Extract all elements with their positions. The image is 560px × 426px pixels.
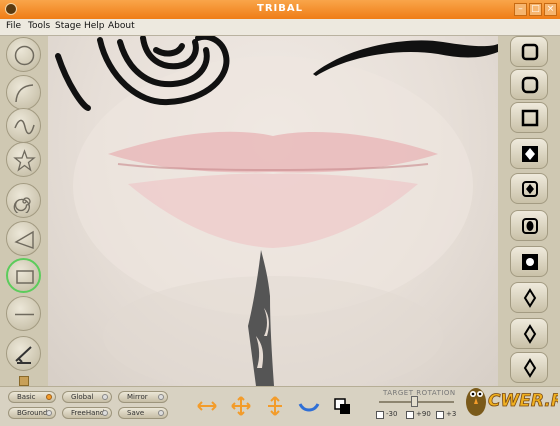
color-swatch[interactable] xyxy=(19,376,29,386)
indicator-icon xyxy=(102,394,108,400)
diamond-shape-icon[interactable] xyxy=(510,352,548,383)
save-label: Save xyxy=(127,409,145,417)
indicator-icon xyxy=(158,394,164,400)
move-horizontal-icon[interactable] xyxy=(196,396,218,416)
menu-help[interactable]: Help xyxy=(84,21,105,31)
rotation-plus3-checkbox[interactable] xyxy=(436,411,444,419)
rotation-slider-thumb[interactable] xyxy=(411,396,418,407)
freehand-button[interactable]: FreeHand xyxy=(62,407,112,419)
move-all-icon[interactable] xyxy=(230,396,252,416)
triangle-tool-icon[interactable] xyxy=(6,221,41,256)
bground-button[interactable]: BGround xyxy=(8,407,56,419)
mirror-label: Mirror xyxy=(127,393,148,401)
square-shape-icon[interactable] xyxy=(510,102,548,133)
basic-button[interactable]: Basic xyxy=(8,391,56,403)
watermark-logo: CWER.RU xyxy=(458,380,560,422)
basic-label: Basic xyxy=(17,393,36,401)
flip-icon[interactable] xyxy=(298,396,320,416)
menu-stage[interactable]: Stage xyxy=(55,21,81,31)
indicator-icon xyxy=(158,410,164,416)
diamond-shape-icon[interactable] xyxy=(510,318,548,349)
mirror-button[interactable]: Mirror xyxy=(118,391,168,403)
global-button[interactable]: Global xyxy=(62,391,112,403)
spiral-tool-icon[interactable] xyxy=(6,183,41,218)
diamond-shape-icon[interactable] xyxy=(510,282,548,313)
diamond-in-square-shape-icon[interactable] xyxy=(510,138,548,169)
line-tool-icon[interactable] xyxy=(6,296,41,331)
design-canvas[interactable] xyxy=(48,36,498,386)
close-button[interactable]: × xyxy=(544,3,557,16)
rotation-minus30-checkbox[interactable] xyxy=(376,411,384,419)
save-button[interactable]: Save xyxy=(118,407,168,419)
rectangle-tool-icon[interactable] xyxy=(6,258,41,293)
brush-tool-icon[interactable] xyxy=(6,336,41,371)
freehand-label: FreeHand xyxy=(71,409,105,417)
title-bar: TRIBAL – □ × xyxy=(0,0,560,19)
rotation-minus30-label: -30 xyxy=(386,410,398,418)
watermark-text: CWER.RU xyxy=(488,391,558,411)
active-indicator-icon xyxy=(46,394,52,400)
global-label: Global xyxy=(71,393,94,401)
menu-about[interactable]: About xyxy=(108,21,135,31)
minimize-button[interactable]: – xyxy=(514,3,527,16)
diamond-in-square-shape-icon[interactable] xyxy=(510,173,548,204)
menu-tools[interactable]: Tools xyxy=(28,21,50,31)
move-vertical-icon[interactable] xyxy=(264,396,286,416)
bground-label: BGround xyxy=(17,409,48,417)
rounded-square-shape-icon[interactable] xyxy=(510,69,548,100)
rotation-plus3-label: +3 xyxy=(446,410,457,418)
star-tool-icon[interactable] xyxy=(6,142,41,177)
window-title: TRIBAL xyxy=(257,3,303,14)
maximize-button[interactable]: □ xyxy=(529,3,542,16)
circle-tool-icon[interactable] xyxy=(6,37,41,72)
menu-file[interactable]: File xyxy=(6,21,21,31)
rotation-plus90-checkbox[interactable] xyxy=(406,411,414,419)
circle-in-square-shape-icon[interactable] xyxy=(510,210,548,241)
target-rotation-label: TARGET ROTATION xyxy=(383,389,456,397)
menu-bar: File Tools Stage Help About xyxy=(0,19,560,36)
layer-order-icon[interactable] xyxy=(332,396,354,416)
rounded-square-shape-icon[interactable] xyxy=(510,36,548,67)
indicator-icon xyxy=(102,410,108,416)
wave-tool-icon[interactable] xyxy=(6,108,41,143)
circle-in-square-shape-icon[interactable] xyxy=(510,246,548,277)
indicator-icon xyxy=(46,410,52,416)
arc-tool-icon[interactable] xyxy=(6,75,41,110)
rotation-plus90-label: +90 xyxy=(416,410,431,418)
